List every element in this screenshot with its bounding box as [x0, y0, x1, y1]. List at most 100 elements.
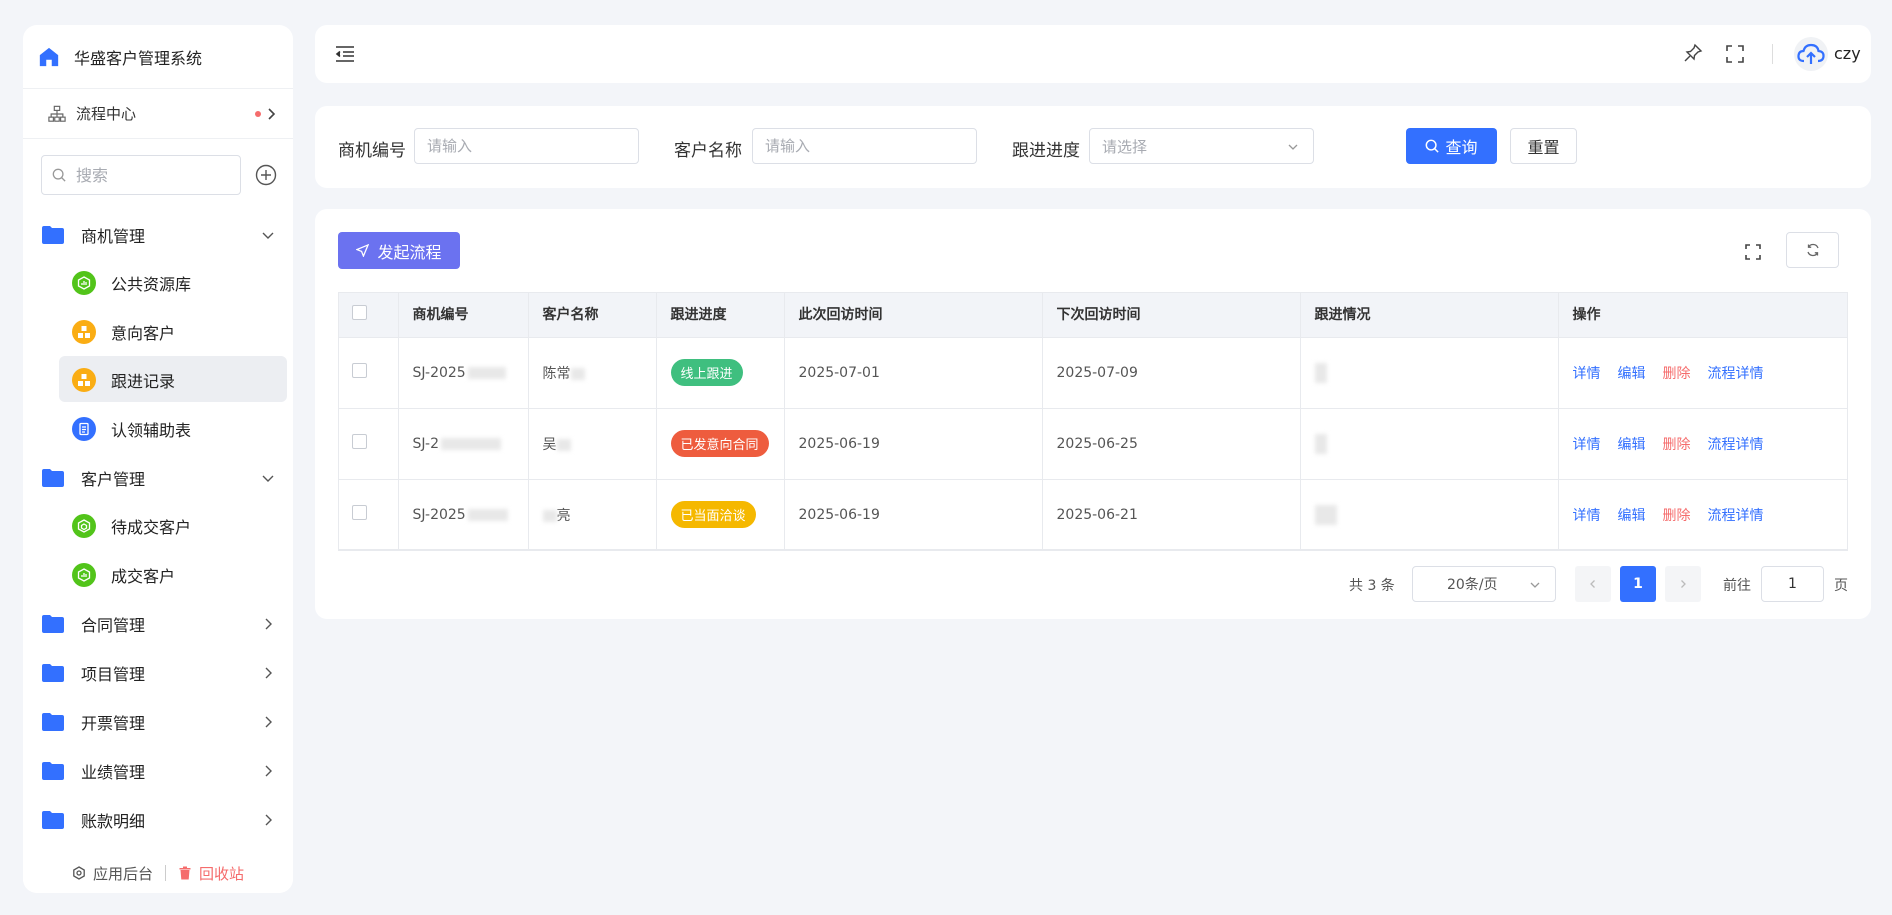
- collapse-menu-icon[interactable]: [334, 43, 356, 65]
- chevron-right-icon: [265, 618, 272, 630]
- detail-link[interactable]: 详情: [1573, 508, 1601, 524]
- menu-group-contracts[interactable]: 合同管理: [23, 599, 293, 648]
- delete-link[interactable]: 删除: [1663, 366, 1691, 382]
- flow-center[interactable]: 流程中心: [23, 89, 293, 139]
- edit-link[interactable]: 编辑: [1618, 508, 1646, 524]
- column-header[interactable]: 跟进进度: [656, 292, 785, 338]
- filter-label-customer: 客户名称: [674, 141, 742, 161]
- refresh-button[interactable]: [1786, 232, 1839, 268]
- menu-item-label: 认领辅助表: [111, 420, 192, 440]
- menu-item-claim-helper[interactable]: 认领辅助表: [23, 405, 293, 454]
- menu-group-performance[interactable]: 业绩管理: [23, 746, 293, 795]
- progress-cell: 已发意向合同: [656, 408, 785, 480]
- column-header[interactable]: 下次回访时间: [1042, 292, 1301, 338]
- flow-detail-link[interactable]: 流程详情: [1708, 366, 1764, 382]
- customer-name: 吴: [542, 436, 557, 453]
- menu-group-opportunity[interactable]: 商机管理: [23, 210, 293, 259]
- actions-cell: 详情 编辑 删除 流程详情: [1558, 408, 1848, 480]
- start-flow-button[interactable]: 发起流程: [338, 232, 460, 269]
- chevron-right-icon: [265, 765, 272, 777]
- code-input[interactable]: [414, 128, 639, 164]
- detail-link[interactable]: 详情: [1573, 366, 1601, 382]
- cloud-upload-icon: [1797, 43, 1825, 64]
- footer-divider: [165, 865, 166, 881]
- opportunity-code: SJ-2: [412, 435, 439, 452]
- username[interactable]: czy: [1834, 44, 1861, 63]
- menu-item-label: 跟进记录: [111, 372, 176, 392]
- trash-icon: [179, 866, 191, 880]
- menu-item-intent-customers[interactable]: 意向客户: [23, 308, 293, 357]
- flow-detail-link[interactable]: 流程详情: [1708, 437, 1764, 453]
- page-size-value: 20条/页: [1447, 577, 1498, 593]
- delete-link[interactable]: 删除: [1663, 508, 1691, 524]
- cluster-badge-icon: [72, 368, 96, 393]
- this-visit-time: 2025-07-01: [784, 337, 1043, 409]
- menu-group-accounts[interactable]: 账款明细: [23, 795, 293, 844]
- select-all-checkbox[interactable]: [352, 304, 367, 320]
- redacted-text: [556, 438, 571, 451]
- delete-link[interactable]: 删除: [1663, 437, 1691, 453]
- refresh-icon: [1806, 243, 1819, 257]
- sidebar-search-input[interactable]: [76, 165, 226, 185]
- column-header[interactable]: 商机编号: [398, 292, 529, 338]
- menu-group-label: 合同管理: [81, 615, 146, 635]
- follow-status-cell: [1300, 337, 1559, 409]
- menu-item-public-pool[interactable]: 公共资源库: [23, 259, 293, 308]
- progress-select-placeholder: 请选择: [1102, 137, 1148, 156]
- chevron-down-icon: [1288, 144, 1298, 150]
- page-number-current[interactable]: 1: [1620, 566, 1656, 602]
- table-header-row: 商机编号 客户名称 跟进进度 此次回访时间 下次回访时间 跟进情况 操作: [338, 292, 1848, 338]
- chevron-down-icon: [1530, 582, 1540, 588]
- cluster-badge-icon: [72, 319, 96, 344]
- prev-page-button[interactable]: [1575, 566, 1611, 602]
- column-header[interactable]: 此次回访时间: [784, 292, 1043, 338]
- query-button-label: 查询: [1445, 138, 1478, 157]
- query-button[interactable]: 查询: [1406, 128, 1497, 164]
- sidebar-search[interactable]: [41, 155, 241, 195]
- menu-group-customers[interactable]: 客户管理: [23, 453, 293, 502]
- page-size-select[interactable]: 20条/页: [1412, 566, 1556, 602]
- avatar[interactable]: [1794, 37, 1828, 71]
- goto-page-input[interactable]: [1761, 566, 1824, 602]
- progress-select[interactable]: 请选择: [1089, 128, 1314, 164]
- edit-link[interactable]: 编辑: [1618, 437, 1646, 453]
- column-header[interactable]: 跟进情况: [1300, 292, 1559, 338]
- trash-link[interactable]: 回收站: [178, 863, 244, 884]
- reset-button[interactable]: 重置: [1510, 128, 1577, 164]
- row-checkbox[interactable]: [352, 434, 367, 449]
- column-header[interactable]: 客户名称: [528, 292, 657, 338]
- next-page-button[interactable]: [1665, 566, 1701, 602]
- menu-item-pending-customers[interactable]: 待成交客户: [23, 502, 293, 551]
- home-icon: [39, 47, 59, 66]
- menu-item-closed-customers[interactable]: 成交客户: [23, 551, 293, 600]
- pin-icon[interactable]: [1683, 43, 1703, 63]
- opportunity-code: SJ-2025: [412, 364, 466, 381]
- fullscreen-icon[interactable]: [1725, 44, 1745, 64]
- flow-center-label: 流程中心: [76, 105, 137, 123]
- folder-icon: [42, 663, 64, 682]
- redacted-text: [542, 509, 557, 522]
- table-panel: 发起流程 商机编号 客户名称 跟进进度 此次回访时间 下次回访时间 跟进情况 操…: [315, 209, 1871, 619]
- sidebar-menu: 商机管理 公共资源库 意向客户 跟进记录 认领辅助表 客户管理 待成交客户 成交…: [23, 210, 293, 844]
- menu-item-follow-records[interactable]: 跟进记录: [23, 356, 293, 405]
- opportunity-code-cell: SJ-2025: [398, 337, 529, 409]
- edit-link[interactable]: 编辑: [1618, 366, 1646, 382]
- row-checkbox[interactable]: [352, 505, 367, 520]
- table-row: SJ-2 吴 已发意向合同 2025-06-19 2025-06-25 详情 编辑…: [338, 408, 1848, 480]
- flow-detail-link[interactable]: 流程详情: [1708, 508, 1764, 524]
- chart-badge-icon: [72, 562, 96, 587]
- admin-link[interactable]: 应用后台: [72, 863, 153, 884]
- sidebar-header[interactable]: 华盛客户管理系统: [23, 25, 293, 89]
- add-circle-icon[interactable]: [255, 164, 277, 186]
- menu-group-projects[interactable]: 项目管理: [23, 648, 293, 697]
- menu-group-invoices[interactable]: 开票管理: [23, 697, 293, 746]
- row-checkbox[interactable]: [352, 363, 367, 378]
- fullscreen-icon[interactable]: [1744, 243, 1762, 261]
- admin-label: 应用后台: [92, 864, 153, 883]
- customer-name: 亮: [556, 507, 571, 524]
- progress-cell: 线上跟进: [656, 337, 785, 409]
- detail-link[interactable]: 详情: [1573, 437, 1601, 453]
- redacted-text: [570, 367, 585, 380]
- progress-tag: 已当面洽谈: [670, 501, 756, 528]
- customer-name-input[interactable]: [752, 128, 977, 164]
